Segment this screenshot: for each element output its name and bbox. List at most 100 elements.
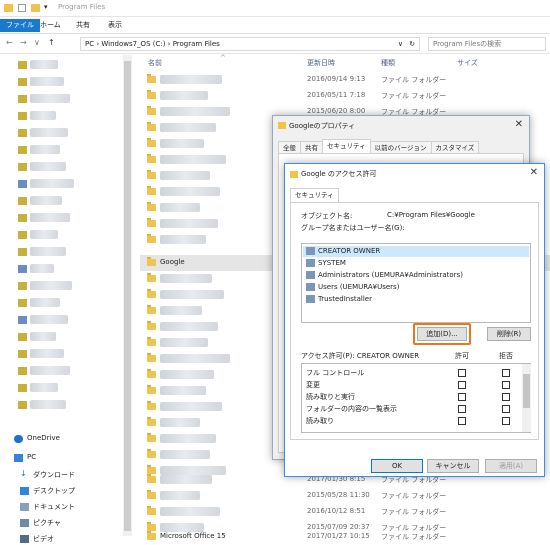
user-item[interactable]: TrustedInstaller bbox=[318, 295, 372, 303]
nav-item-blurred[interactable] bbox=[30, 247, 66, 256]
nav-item-blurred[interactable] bbox=[30, 400, 66, 409]
perm-label: 読み取りと実行 bbox=[306, 393, 355, 401]
column-date[interactable]: 更新日時 bbox=[307, 58, 335, 68]
perm-scrollbar[interactable] bbox=[522, 364, 531, 432]
folder-icon bbox=[4, 4, 13, 12]
nav-item-blurred[interactable] bbox=[30, 383, 58, 392]
nav-item-downloads[interactable]: ダウンロード bbox=[33, 470, 75, 480]
nav-item-blurred[interactable] bbox=[30, 94, 70, 103]
nav-item-blurred[interactable] bbox=[30, 179, 74, 188]
deny-checkbox[interactable] bbox=[502, 381, 510, 389]
tab-view[interactable]: 表示 bbox=[102, 19, 128, 32]
allow-checkbox[interactable] bbox=[458, 393, 466, 401]
properties-icon[interactable] bbox=[18, 4, 26, 12]
tab-general[interactable]: 全般 bbox=[278, 141, 301, 153]
user-item[interactable]: CREATOR OWNER bbox=[318, 247, 380, 255]
table-row[interactable]: 2016/09/14 9:13 ファイル フォルダー bbox=[140, 72, 550, 88]
tab-share[interactable]: 共有 bbox=[300, 141, 323, 153]
folder-green-icon bbox=[18, 146, 27, 154]
nav-item-pc[interactable]: PC bbox=[27, 453, 36, 461]
add-button[interactable]: 追加(D)... bbox=[417, 327, 467, 341]
file-name-blurred bbox=[160, 338, 208, 347]
chevron-down-icon[interactable]: ▾ bbox=[44, 3, 48, 11]
table-row[interactable]: Microsoft Office 15 2017/01/27 10:15 ファイ… bbox=[140, 529, 550, 545]
folder-icon bbox=[147, 234, 156, 243]
forward-icon[interactable]: → bbox=[20, 38, 27, 47]
folder-green-icon bbox=[18, 231, 27, 239]
search-input[interactable]: Program Filesの検索 bbox=[428, 37, 546, 51]
up-icon[interactable]: ↑ bbox=[48, 38, 55, 47]
videos-icon bbox=[20, 535, 29, 543]
perm-scrollbar-thumb[interactable] bbox=[523, 374, 530, 408]
nav-item-blurred[interactable] bbox=[30, 77, 64, 86]
tab-customize[interactable]: カスタマイズ bbox=[430, 141, 480, 153]
nav-item-pictures[interactable]: ピクチャ bbox=[33, 518, 61, 528]
allow-checkbox[interactable] bbox=[458, 405, 466, 413]
refresh-icon[interactable]: ↻ bbox=[409, 38, 415, 50]
ok-button[interactable]: OK bbox=[371, 459, 423, 473]
folder-icon bbox=[147, 218, 156, 227]
back-icon[interactable]: ← bbox=[6, 38, 13, 47]
user-item[interactable]: SYSTEM bbox=[318, 259, 346, 267]
cancel-button[interactable]: キャンセル bbox=[427, 459, 479, 473]
nav-item-blurred[interactable] bbox=[30, 213, 70, 222]
allow-checkbox[interactable] bbox=[458, 417, 466, 425]
table-row[interactable]: 2016/10/12 8:51 ファイル フォルダー bbox=[140, 504, 550, 520]
tab-share[interactable]: 共有 bbox=[70, 19, 96, 32]
folder-icon bbox=[147, 531, 156, 540]
nav-item-blurred[interactable] bbox=[30, 230, 58, 239]
deny-checkbox[interactable] bbox=[502, 393, 510, 401]
address-bar[interactable]: PC › Windows7_OS (C:) › Program Files ∨ … bbox=[80, 37, 420, 51]
file-name-blurred bbox=[160, 306, 202, 315]
user-item[interactable]: Administrators (UEMURA¥Administrators) bbox=[318, 271, 463, 279]
tab-home[interactable]: ホーム bbox=[34, 19, 67, 32]
file-name-blurred bbox=[160, 354, 230, 363]
tab-security[interactable]: セキュリティ bbox=[290, 188, 339, 202]
deny-checkbox[interactable] bbox=[502, 369, 510, 377]
nav-item-blurred[interactable] bbox=[30, 60, 58, 69]
nav-item-blurred[interactable] bbox=[30, 145, 60, 154]
deny-checkbox[interactable] bbox=[502, 417, 510, 425]
user-list[interactable]: CREATOR OWNER SYSTEM Administrators (UEM… bbox=[301, 243, 531, 323]
column-name[interactable]: 名前 bbox=[148, 58, 162, 68]
table-row[interactable]: 2015/05/28 11:30 ファイル フォルダー bbox=[140, 488, 550, 504]
recent-chevron-icon[interactable]: ∨ bbox=[34, 38, 40, 47]
column-type[interactable]: 種類 bbox=[381, 58, 395, 68]
nav-item-blurred[interactable] bbox=[30, 111, 56, 120]
nav-item-blurred[interactable] bbox=[30, 332, 56, 341]
user-item[interactable]: Users (UEMURA¥Users) bbox=[318, 283, 399, 291]
tab-previous-versions[interactable]: 以前のバージョン bbox=[369, 141, 432, 153]
desktop-icon bbox=[20, 487, 29, 495]
documents-icon bbox=[20, 503, 29, 511]
nav-item-blurred[interactable] bbox=[30, 162, 66, 171]
nav-scrollbar-thumb[interactable] bbox=[124, 61, 131, 531]
nav-item-blurred[interactable] bbox=[30, 298, 60, 307]
apply-button[interactable]: 適用(A) bbox=[485, 459, 537, 473]
file-name-blurred bbox=[160, 139, 204, 148]
nav-scrollbar[interactable] bbox=[123, 55, 132, 536]
nav-item-blurred[interactable] bbox=[30, 128, 68, 137]
remove-button[interactable]: 削除(R) bbox=[487, 327, 531, 341]
table-row[interactable]: 2016/05/11 7:18 ファイル フォルダー bbox=[140, 88, 550, 104]
folder-green-icon bbox=[18, 95, 27, 103]
nav-item-desktop[interactable]: デスクトップ bbox=[33, 486, 75, 496]
tab-security[interactable]: セキュリティ bbox=[322, 139, 371, 153]
close-icon[interactable]: ✕ bbox=[530, 167, 538, 178]
nav-item-blurred[interactable] bbox=[30, 315, 68, 324]
nav-item-blurred[interactable] bbox=[30, 366, 70, 375]
nav-item-documents[interactable]: ドキュメント bbox=[33, 502, 75, 512]
column-size[interactable]: サイズ bbox=[457, 58, 478, 68]
nav-item-blurred[interactable] bbox=[30, 281, 72, 290]
allow-checkbox[interactable] bbox=[458, 369, 466, 377]
address-dropdown-icon[interactable]: ∨ bbox=[398, 38, 403, 50]
close-icon[interactable]: ✕ bbox=[515, 119, 523, 130]
nav-item-blurred[interactable] bbox=[30, 196, 62, 205]
nav-item-blurred[interactable] bbox=[30, 264, 54, 273]
allow-checkbox[interactable] bbox=[458, 381, 466, 389]
nav-item-blurred[interactable] bbox=[30, 349, 64, 358]
new-folder-icon[interactable] bbox=[31, 4, 40, 12]
permissions-dialog: Google のアクセス許可 ✕ セキュリティ オブジェクト名: C:¥Prog… bbox=[284, 163, 545, 477]
deny-checkbox[interactable] bbox=[502, 405, 510, 413]
file-name-blurred bbox=[160, 171, 210, 180]
nav-item-onedrive[interactable]: OneDrive bbox=[27, 434, 60, 442]
